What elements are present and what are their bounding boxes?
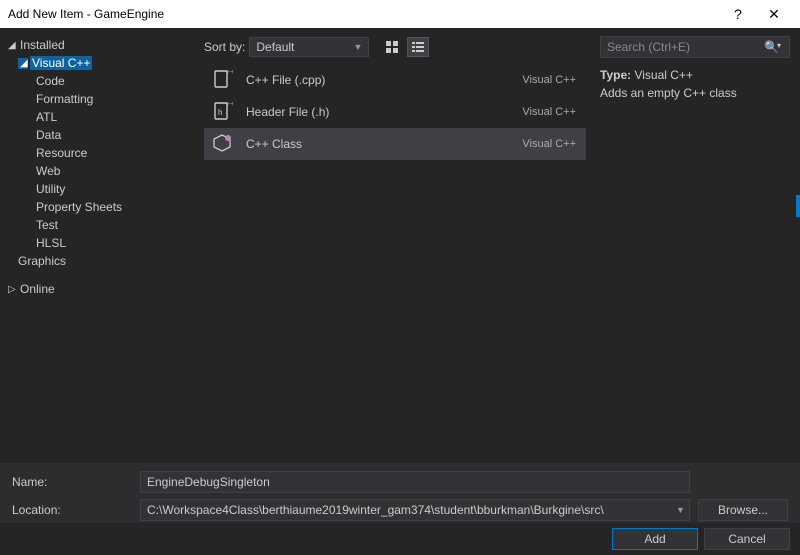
scrollbar-thumb[interactable]: [796, 195, 800, 217]
location-label: Location:: [12, 503, 132, 517]
item-lang: Visual C++: [522, 138, 576, 150]
tree-label: Visual C++: [30, 56, 92, 70]
main-area: ◢ Installed ◢ Visual C++ Code Formatting…: [0, 28, 800, 463]
svg-text:++: ++: [226, 69, 233, 76]
sort-row: Sort by: Default ▼: [204, 36, 586, 58]
tree-label: Utility: [36, 182, 65, 196]
caret-right-icon: ▷: [8, 284, 18, 295]
cancel-button[interactable]: Cancel: [704, 528, 790, 550]
chevron-down-icon: ▼: [672, 499, 690, 521]
title-bar: Add New Item - GameEngine ? ✕: [0, 0, 800, 28]
browse-label: Browse...: [718, 503, 768, 517]
tree-item-formatting[interactable]: Formatting: [6, 90, 194, 108]
sort-combo[interactable]: Default ▼: [249, 37, 369, 57]
info-panel: Search (Ctrl+E) 🔍▾ Type: Visual C++ Adds…: [590, 28, 800, 463]
template-tree: ◢ Installed ◢ Visual C++ Code Formatting…: [0, 28, 200, 463]
cpp-file-icon: ++: [210, 68, 234, 92]
tree-installed[interactable]: ◢ Installed: [6, 36, 194, 54]
item-name: C++ File (.cpp): [246, 73, 522, 87]
tree-online[interactable]: ▷ Online: [6, 280, 194, 298]
item-lang: Visual C++: [522, 74, 576, 86]
header-file-icon: h ++: [210, 100, 234, 124]
tree-label: Online: [20, 282, 55, 296]
item-list: ++ C++ File (.cpp) Visual C++ h ++ Header…: [204, 64, 586, 160]
chevron-down-icon: ▼: [353, 42, 362, 52]
sort-label: Sort by:: [204, 40, 245, 54]
tree-label: HLSL: [36, 236, 66, 250]
info-desc: Adds an empty C++ class: [600, 86, 790, 100]
view-medium-icons-button[interactable]: [381, 37, 403, 57]
tree-graphics[interactable]: Graphics: [6, 252, 194, 270]
tree-label: Test: [36, 218, 58, 232]
browse-button[interactable]: Browse...: [698, 499, 788, 521]
tree-label: Data: [36, 128, 61, 142]
sort-value: Default: [256, 40, 294, 54]
window-title: Add New Item - GameEngine: [8, 7, 720, 21]
tree-label: Web: [36, 164, 60, 178]
search-input[interactable]: Search (Ctrl+E) 🔍▾: [600, 36, 790, 58]
caret-down-icon: ◢: [18, 58, 28, 69]
grid-icon: [385, 40, 399, 54]
tree-label: Property Sheets: [36, 200, 122, 214]
tree-item-data[interactable]: Data: [6, 126, 194, 144]
tree-label: Formatting: [36, 92, 93, 106]
view-small-icons-button[interactable]: [407, 37, 429, 57]
caret-down-icon: ◢: [8, 40, 18, 51]
name-input[interactable]: EngineDebugSingleton: [140, 471, 690, 493]
info-type: Type: Visual C++: [600, 68, 790, 82]
tree-label: Graphics: [18, 254, 66, 268]
info-type-value: Visual C++: [634, 68, 692, 82]
tree-label: ATL: [36, 110, 57, 124]
svg-text:++: ++: [226, 101, 233, 108]
item-lang: Visual C++: [522, 106, 576, 118]
tree-item-resource[interactable]: Resource: [6, 144, 194, 162]
list-icon: [411, 40, 425, 54]
cpp-class-icon: [210, 132, 234, 156]
tree-label: Installed: [20, 38, 65, 52]
tree-item-web[interactable]: Web: [6, 162, 194, 180]
tree-item-utility[interactable]: Utility: [6, 180, 194, 198]
item-name: C++ Class: [246, 137, 522, 151]
name-label: Name:: [12, 475, 132, 489]
template-list-panel: Sort by: Default ▼ ++ C++ File (.cpp) Vi…: [200, 28, 590, 463]
tree-label: Resource: [36, 146, 87, 160]
info-type-label: Type:: [600, 68, 631, 82]
tree-item-property-sheets[interactable]: Property Sheets: [6, 198, 194, 216]
dialog-footer: Add Cancel: [0, 523, 800, 555]
add-label: Add: [644, 532, 665, 546]
tree-label: Code: [36, 74, 65, 88]
cancel-label: Cancel: [728, 532, 765, 546]
help-button[interactable]: ?: [720, 0, 756, 28]
tree-item-hlsl[interactable]: HLSL: [6, 234, 194, 252]
close-button[interactable]: ✕: [756, 0, 792, 28]
search-icon: 🔍▾: [764, 40, 783, 54]
location-combo[interactable]: C:\Workspace4Class\berthiaume2019winter_…: [140, 499, 690, 521]
add-button[interactable]: Add: [612, 528, 698, 550]
tree-item-test[interactable]: Test: [6, 216, 194, 234]
svg-text:h: h: [218, 108, 222, 117]
location-value: C:\Workspace4Class\berthiaume2019winter_…: [147, 503, 604, 517]
search-placeholder: Search (Ctrl+E): [607, 40, 690, 54]
item-header-file[interactable]: h ++ Header File (.h) Visual C++: [204, 96, 586, 128]
item-cpp-class[interactable]: C++ Class Visual C++: [204, 128, 586, 160]
name-value: EngineDebugSingleton: [147, 475, 270, 489]
item-cpp-file[interactable]: ++ C++ File (.cpp) Visual C++: [204, 64, 586, 96]
bottom-form: Name: EngineDebugSingleton Location: C:\…: [0, 463, 800, 523]
item-name: Header File (.h): [246, 105, 522, 119]
tree-item-code[interactable]: Code: [6, 72, 194, 90]
tree-item-atl[interactable]: ATL: [6, 108, 194, 126]
tree-visual-cpp[interactable]: ◢ Visual C++: [6, 54, 194, 72]
